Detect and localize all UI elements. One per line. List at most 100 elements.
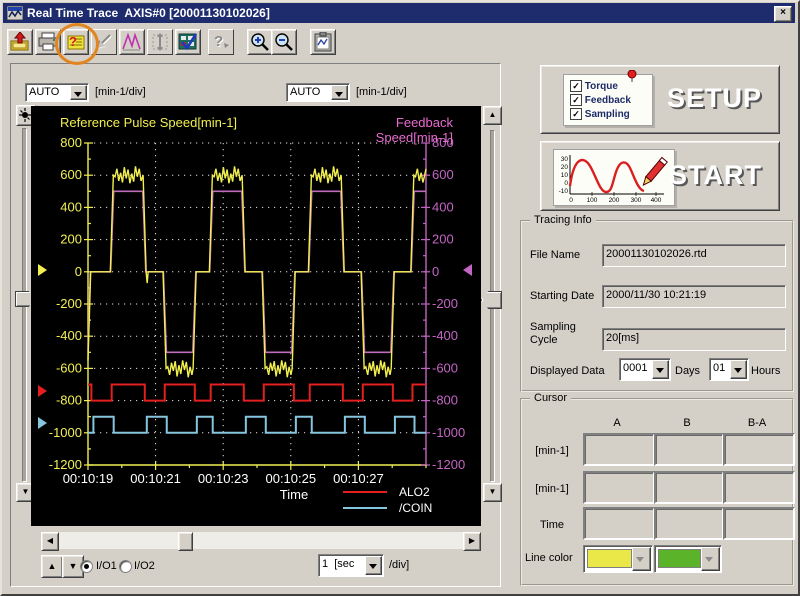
svg-text:-1200: -1200 bbox=[432, 457, 465, 472]
cursor-column-b: B bbox=[683, 417, 691, 429]
timebase-value: 1 [sec bbox=[322, 558, 355, 570]
svg-text:300: 300 bbox=[631, 197, 642, 204]
hours-label: Hours bbox=[751, 365, 781, 377]
scroll-left-button[interactable]: ◀ bbox=[41, 532, 59, 551]
svg-text:-1000: -1000 bbox=[432, 425, 465, 440]
help-icon: ? ? bbox=[214, 33, 229, 51]
cursor-ba-speed2-field bbox=[723, 471, 795, 504]
chevron-down-icon bbox=[636, 557, 644, 562]
toolbar-waveform-button[interactable] bbox=[119, 29, 145, 55]
svg-text:-10: -10 bbox=[559, 188, 569, 195]
cursor-ba-speed1-field bbox=[723, 433, 795, 466]
chevron-down-icon bbox=[656, 368, 664, 373]
toolbar-copy-report-button[interactable] bbox=[310, 29, 336, 55]
svg-text:800: 800 bbox=[60, 135, 82, 150]
toolbar-zoom-out-button[interactable] bbox=[271, 29, 297, 55]
cursor-group: Cursor A B B-A [min-1] [min-1] Time Line… bbox=[520, 392, 795, 586]
setup-button[interactable]: ✓ Torque ✓ Feedback ✓ Sampling SETUP bbox=[540, 65, 780, 134]
svg-text:10: 10 bbox=[561, 172, 569, 179]
file-name-label: File Name bbox=[530, 249, 581, 261]
left-scale-combobox[interactable]: AUTO bbox=[25, 83, 89, 102]
cursor-a-color-dropdown-button[interactable] bbox=[632, 547, 651, 571]
toolbar-span-button[interactable] bbox=[147, 29, 173, 55]
setup-item-sampling: Sampling bbox=[584, 109, 630, 120]
open-trace-icon bbox=[10, 32, 29, 51]
close-button[interactable]: × bbox=[774, 6, 792, 22]
span-icon bbox=[152, 33, 168, 51]
svg-text:-1200: -1200 bbox=[49, 457, 82, 472]
svg-text:?: ? bbox=[214, 33, 223, 50]
radio-io2[interactable] bbox=[119, 560, 132, 573]
app-icon bbox=[7, 6, 23, 20]
setup-item-torque: Torque bbox=[584, 81, 618, 92]
checkbox-torque: ✓ bbox=[570, 80, 582, 92]
start-button[interactable]: 30 20 10 0 -10 0 100 200 300 400 START bbox=[540, 141, 780, 211]
setup-item-feedback: Feedback bbox=[584, 95, 631, 106]
days-dropdown-button[interactable] bbox=[652, 360, 669, 379]
title-bar[interactable]: Real Time Trace AXIS#0 [20001130102026] … bbox=[3, 3, 795, 23]
hours-dropdown-button[interactable] bbox=[730, 360, 747, 379]
cursor-b-speed1-field bbox=[654, 433, 724, 466]
cursor-row2-label: [min-1] bbox=[535, 483, 569, 495]
right-scale-unit: [min-1/div] bbox=[356, 86, 407, 98]
starting-date-label: Starting Date bbox=[530, 290, 595, 302]
svg-text:00:10:27: 00:10:27 bbox=[333, 471, 384, 486]
real-time-trace-window: Real Time Trace AXIS#0 [20001130102026] … bbox=[0, 0, 800, 596]
coin-zero-marker[interactable] bbox=[38, 417, 47, 429]
toolbar-help-button[interactable]: ? ? bbox=[208, 29, 234, 55]
legend-label-coin: /COIN bbox=[399, 501, 433, 515]
svg-text:00:10:23: 00:10:23 bbox=[198, 471, 249, 486]
hours-combobox[interactable]: 01 bbox=[709, 358, 749, 381]
time-scrollbar-thumb[interactable] bbox=[178, 532, 193, 551]
svg-text:-200: -200 bbox=[432, 296, 458, 311]
right-scale-up-button[interactable]: ▲ bbox=[483, 106, 502, 125]
time-scrollbar[interactable]: ◀ ▶ bbox=[41, 532, 481, 551]
start-icon: 30 20 10 0 -10 0 100 200 300 400 bbox=[553, 149, 675, 206]
toolbar-print-button[interactable] bbox=[35, 29, 61, 55]
timebase-dropdown-button[interactable] bbox=[365, 556, 382, 575]
pencil-icon bbox=[642, 156, 668, 187]
svg-text:200: 200 bbox=[60, 232, 82, 247]
svg-text:-600: -600 bbox=[432, 360, 458, 375]
legend-line-alo2 bbox=[343, 491, 387, 493]
radio-io1[interactable] bbox=[80, 560, 93, 573]
x-axis-label: Time bbox=[279, 487, 309, 502]
sampling-cycle-label: Sampling Cycle bbox=[530, 321, 576, 346]
svg-text:-1000: -1000 bbox=[49, 425, 82, 440]
toolbar-zoom-in-button[interactable] bbox=[247, 29, 273, 55]
svg-text:?: ? bbox=[69, 34, 77, 49]
timebase-combobox[interactable]: 1 [sec bbox=[318, 554, 384, 577]
left-axis-title: Reference Pulse Speed[min-1] bbox=[60, 115, 238, 130]
days-combobox[interactable]: 0001 bbox=[619, 358, 671, 381]
right-scale-slider-thumb[interactable] bbox=[481, 291, 502, 309]
svg-text:-600: -600 bbox=[56, 360, 82, 375]
feedback-zero-marker[interactable] bbox=[463, 264, 472, 276]
cursor-b-color-combobox[interactable] bbox=[654, 545, 722, 573]
right-scale-dropdown-button[interactable] bbox=[331, 85, 348, 100]
alo2-zero-marker[interactable] bbox=[38, 385, 47, 397]
svg-text:-800: -800 bbox=[432, 393, 458, 408]
reference-zero-marker[interactable] bbox=[38, 264, 47, 276]
io-up-button[interactable]: ▲ bbox=[41, 555, 63, 578]
left-scale-dropdown-button[interactable] bbox=[70, 85, 87, 100]
chevron-down-icon bbox=[335, 92, 343, 97]
svg-text:-400: -400 bbox=[432, 328, 458, 343]
cursor-b-color-dropdown-button[interactable] bbox=[701, 547, 720, 571]
starting-date-field: 2000/11/30 10:21:19 bbox=[602, 285, 786, 308]
cursor-a-time-field bbox=[583, 507, 655, 540]
toolbar-data-check-button[interactable] bbox=[175, 29, 201, 55]
scroll-right-button[interactable]: ▶ bbox=[463, 532, 481, 551]
waveform-icon bbox=[122, 32, 141, 51]
cursor-a-color-combobox[interactable] bbox=[583, 545, 653, 573]
right-scale-down-button[interactable]: ▼ bbox=[483, 483, 502, 502]
toolbar-import-data-button[interactable] bbox=[91, 29, 117, 55]
toolbar-trace-condition-button[interactable]: ? bbox=[63, 29, 89, 55]
trace-condition-icon: ? bbox=[67, 34, 85, 50]
svg-text:00:10:21: 00:10:21 bbox=[130, 471, 181, 486]
legend-label-alo2: ALO2 bbox=[399, 485, 430, 499]
displayed-data-label: Displayed Data bbox=[530, 365, 605, 377]
svg-text:00:10:19: 00:10:19 bbox=[63, 471, 114, 486]
pin-icon bbox=[627, 70, 637, 82]
toolbar-open-trace-button[interactable] bbox=[7, 29, 33, 55]
right-scale-combobox[interactable]: AUTO bbox=[286, 83, 350, 102]
